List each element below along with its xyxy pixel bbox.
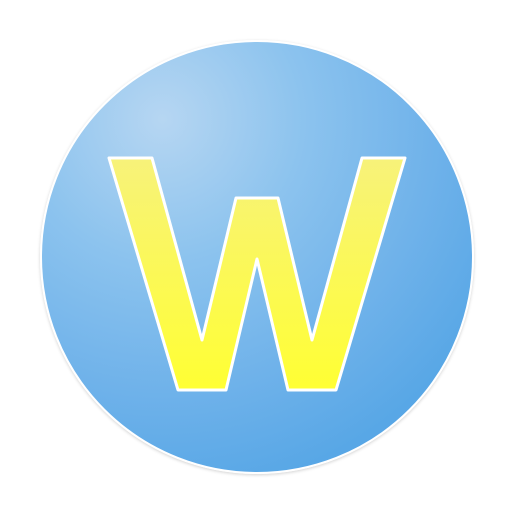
app-icon: [0, 0, 512, 512]
letter-w-shape: [107, 156, 407, 392]
letter-w-glyph: [107, 156, 407, 392]
